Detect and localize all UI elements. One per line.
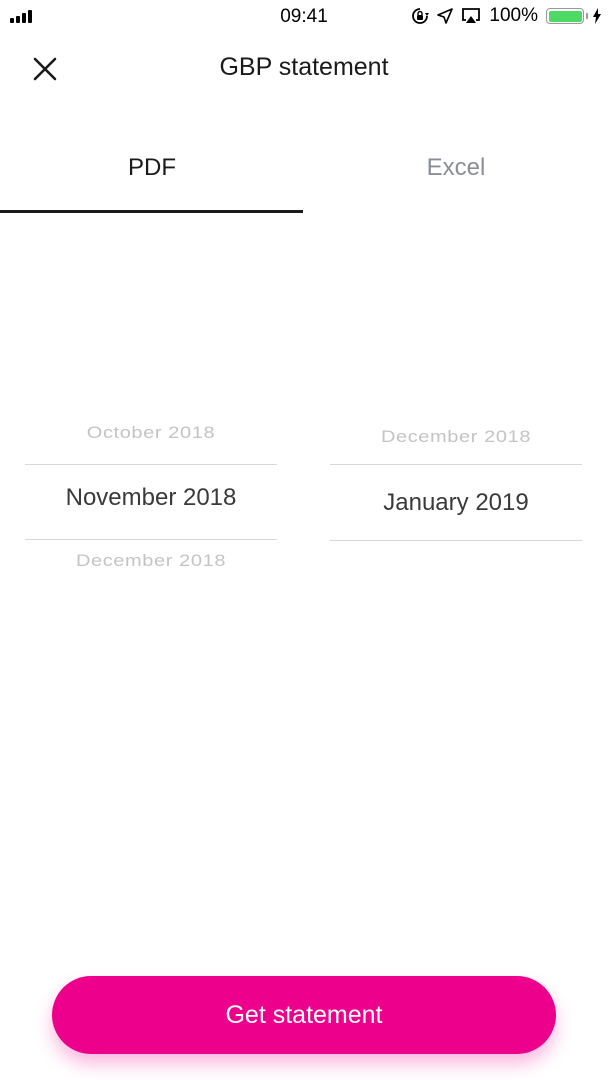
from-month-picker[interactable]: October 2018 November 2018 December 2018 <box>25 410 277 580</box>
picker-divider-top <box>25 464 277 465</box>
page-title: GBP statement <box>219 53 389 81</box>
to-month-picker[interactable]: December 2018 January 2019 <box>330 410 582 580</box>
picker-divider-bottom <box>25 539 277 540</box>
picker-divider-bottom <box>330 540 582 541</box>
picker-option-selected[interactable]: January 2019 <box>330 489 582 517</box>
picker-option-next[interactable]: December 2018 <box>25 552 277 572</box>
orientation-lock-icon <box>411 7 430 25</box>
picker-option-previous[interactable]: October 2018 <box>25 424 277 444</box>
status-indicators: 100% <box>411 5 602 27</box>
status-bar: 09:41 100% <box>0 0 608 34</box>
location-icon <box>437 8 454 24</box>
airplay-icon <box>461 7 481 25</box>
charging-icon <box>592 8 602 24</box>
tab-excel[interactable]: Excel <box>304 128 608 214</box>
tab-pdf[interactable]: PDF <box>0 128 304 214</box>
header: GBP statement <box>0 40 608 96</box>
battery-icon <box>546 8 588 24</box>
format-tabs: PDF Excel <box>0 128 608 214</box>
picker-option-selected[interactable]: November 2018 <box>25 484 277 512</box>
active-tab-indicator <box>0 210 303 213</box>
picker-divider-top <box>330 464 582 465</box>
battery-percent: 100% <box>489 5 538 26</box>
get-statement-button[interactable]: Get statement <box>52 976 556 1054</box>
picker-option-previous[interactable]: December 2018 <box>330 428 582 448</box>
